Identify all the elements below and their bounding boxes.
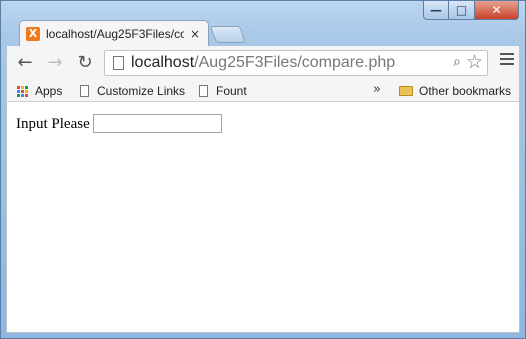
page-icon [113,56,124,70]
tab-close-icon[interactable]: × [190,27,200,41]
menu-icon[interactable] [500,53,514,68]
close-window-button[interactable]: ✕ [475,1,519,20]
bookmark-label: Other bookmarks [419,84,512,98]
bookmark-label: Customize Links [97,84,186,98]
url-path: /Aug25F3Files/compare.php [194,54,396,71]
bookmarks-bar: Apps Customize Links Fount » Other bookm… [6,80,520,102]
bookmark-label: Apps [35,84,63,98]
back-button[interactable]: ← [15,53,35,73]
bookmark-fount[interactable]: Fount [199,84,247,98]
page-icon [80,85,89,97]
browser-tab[interactable]: X localhost/Aug25F3Files/compare.php × [19,20,209,46]
address-bar[interactable]: localhost/Aug25F3Files/compare.php ⌕ ☆ [104,50,488,76]
minimize-button[interactable]: — [423,1,449,20]
page-content: Input Please : [6,102,520,333]
bookmarks-overflow-icon[interactable]: » [373,82,381,97]
window-controls: — □ ✕ [423,1,519,21]
input-please-field[interactable] [93,114,222,133]
bookmark-other-bookmarks[interactable]: Other bookmarks [399,84,511,98]
forward-button[interactable]: → [45,53,65,73]
url-host: localhost [131,54,195,71]
page-icon [199,85,208,97]
bookmark-customize-links[interactable]: Customize Links [80,84,185,98]
bookmark-label: Fount [216,84,247,98]
zoom-icon[interactable]: ⌕ [453,54,461,70]
folder-icon [399,86,413,96]
browser-toolbar: ← → ↻ localhost/Aug25F3Files/compare.php… [6,46,520,80]
url-text[interactable]: localhost/Aug25F3Files/compare.php [131,54,395,72]
reload-button[interactable]: ↻ [75,53,95,73]
bookmark-star-icon[interactable]: ☆ [466,51,483,73]
bookmark-apps[interactable]: Apps [17,84,62,98]
browser-window: — □ ✕ X localhost/Aug25F3Files/compare.p… [0,0,526,339]
xampp-favicon-icon: X [26,26,40,41]
input-label: Input Please : [16,116,98,132]
new-tab-button[interactable] [209,26,247,43]
apps-grid-icon [17,85,28,97]
maximize-button[interactable]: □ [449,1,475,20]
tab-title: localhost/Aug25F3Files/compare.php [46,26,184,41]
